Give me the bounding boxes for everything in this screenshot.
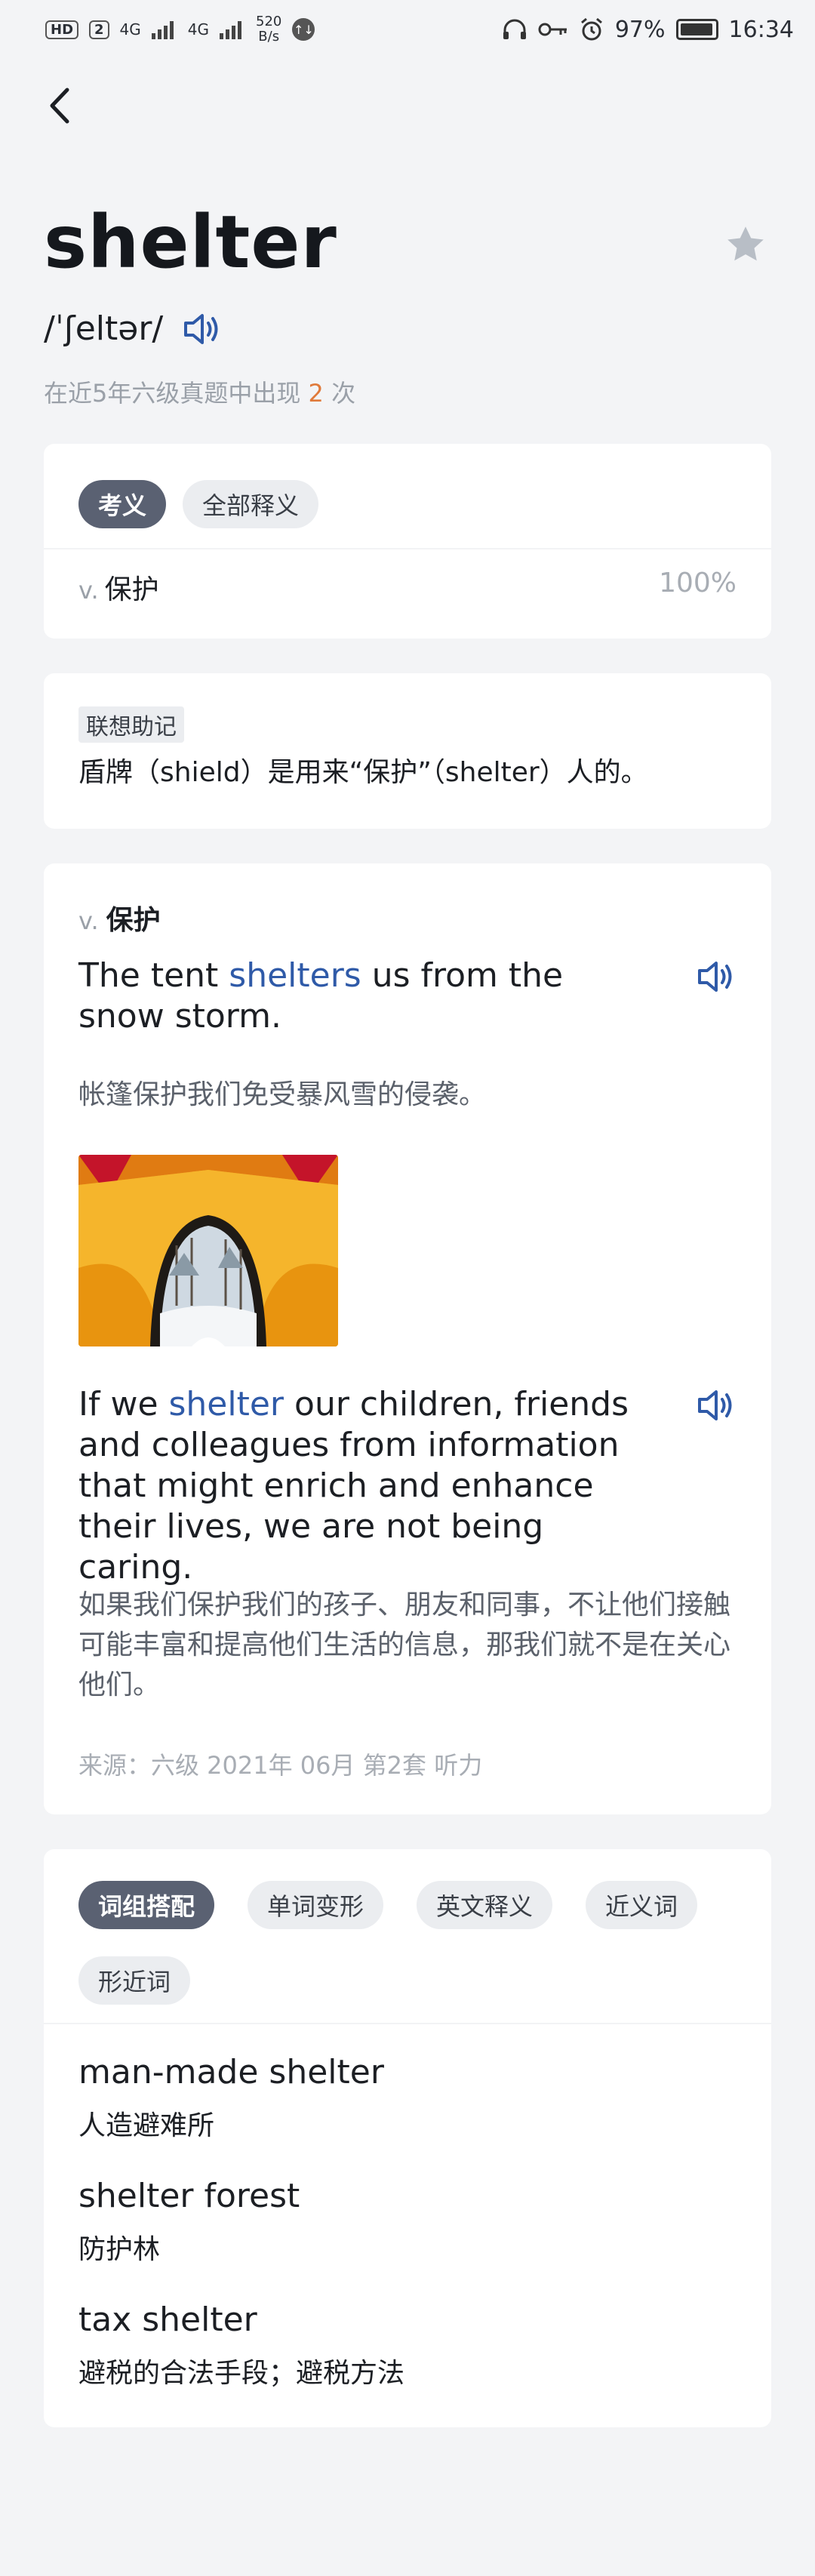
tab-synonyms[interactable]: 近义词	[586, 1881, 698, 1929]
example-source: 来源：六级 2021年 06月 第2套 听力	[78, 1751, 483, 1780]
phonetic: /ˈʃeltər/	[44, 309, 164, 348]
meaning-text: 保护	[106, 905, 161, 936]
highlighted-word[interactable]: shelters	[229, 956, 361, 995]
meaning-text: 保护	[104, 574, 159, 605]
phrase-english: shelter forest	[78, 2177, 300, 2215]
mnemonic-tag: 联想助记	[78, 706, 184, 743]
favorite-button[interactable]	[723, 222, 768, 267]
sentence-part: The tent	[78, 956, 229, 995]
phrase-english: tax shelter	[78, 2301, 257, 2339]
example-translation-2: 如果我们保护我们的孩子、朋友和同事，不让他们接触可能丰富和提高他们生活的信息，那…	[78, 1590, 731, 1700]
frequency-prefix: 在近5年六级真题中出现	[44, 379, 301, 408]
speed-value: 520	[256, 14, 282, 29]
speaker-icon[interactable]	[183, 311, 222, 347]
mnemonic-text: 盾牌（shield）是用来“保护”（shelter）人的。	[78, 757, 648, 788]
tab-word-forms[interactable]: 单词变形	[248, 1881, 384, 1929]
phrase-chinese: 避税的合法手段；避税方法	[78, 2358, 405, 2389]
meaning-tabs: 考义 全部释义	[78, 480, 319, 528]
network-speed: 520 B/s	[256, 14, 281, 45]
example-meaning: v. 保护	[78, 898, 161, 937]
network-label-1: 4G	[119, 20, 141, 38]
tab-all-meanings[interactable]: 全部释义	[183, 480, 319, 528]
speed-unit: B/s	[258, 29, 280, 45]
part-of-speech: v.	[78, 906, 99, 935]
alarm-icon	[580, 17, 602, 41]
battery-percent: 97%	[614, 16, 666, 43]
status-right: 97% 16:34	[502, 17, 794, 43]
example-sentence-1: The tent shelters us from the snow storm…	[78, 956, 652, 1037]
phrase-item: man-made shelter 人造避难所	[78, 2053, 384, 2143]
key-icon	[538, 23, 567, 36]
frequency-suffix: 次	[331, 379, 356, 408]
phrase-chinese: 防护林	[78, 2234, 161, 2265]
frequency-count: 2	[308, 379, 324, 408]
star-icon	[727, 226, 764, 261]
pronunciation-row: /ˈʃeltər/	[44, 309, 222, 348]
meaning-row: v. 保护	[78, 568, 159, 607]
tab-exam-meaning[interactable]: 考义	[78, 480, 167, 528]
headphones-icon	[503, 19, 526, 39]
phrase-chinese: 人造避难所	[78, 2110, 215, 2141]
tab-phrases[interactable]: 词组搭配	[78, 1881, 215, 1929]
example-card: v. 保护 The tent shelters us from the snow …	[44, 863, 771, 1814]
divider	[44, 548, 771, 549]
tab-similar-words[interactable]: 形近词	[78, 1956, 191, 2005]
status-bar: HD 2 4G 4G 520 B/s ↑↓ 97% 16:34	[0, 0, 815, 59]
tab-english-definition[interactable]: 英文释义	[417, 1881, 553, 1929]
signal-icon	[220, 21, 242, 39]
meaning-card: 考义 全部释义 v. 保护 100%	[44, 444, 771, 639]
back-arrow-icon	[50, 88, 69, 124]
clock: 16:34	[728, 16, 794, 43]
speaker-icon[interactable]	[696, 959, 737, 995]
sim-badge: 2	[89, 20, 109, 39]
phrase-item: shelter forest 防护林	[78, 2177, 300, 2267]
network-label-2: 4G	[187, 20, 210, 38]
phrases-card: 词组搭配 单词变形 英文释义 近义词 形近词 man-made shelter …	[44, 1849, 771, 2427]
phrase-english: man-made shelter	[78, 2053, 384, 2091]
signal-icon	[151, 21, 174, 39]
example-translation-1: 帐篷保护我们免受暴风雪的侵袭。	[78, 1079, 487, 1110]
meaning-percent: 100%	[659, 568, 737, 599]
part-of-speech: v.	[78, 576, 99, 605]
word-title: shelter	[44, 200, 337, 285]
back-button[interactable]	[38, 83, 83, 128]
tent-image	[78, 1155, 338, 1346]
speaker-icon[interactable]	[696, 1387, 737, 1423]
hd-badge: HD	[45, 20, 79, 39]
sentence-part: If we	[78, 1385, 169, 1423]
mnemonic-card: 联想助记 盾牌（shield）是用来“保护”（shelter）人的。	[44, 673, 771, 829]
notification-icon: ↑↓	[292, 18, 315, 41]
highlighted-word[interactable]: shelter	[169, 1385, 284, 1423]
exam-frequency: 在近5年六级真题中出现 2 次	[44, 374, 355, 409]
phrase-tabs: 词组搭配 单词变形 英文释义 近义词 形近词	[78, 1881, 743, 2005]
phrase-item: tax shelter 避税的合法手段；避税方法	[78, 2301, 404, 2390]
example-sentence-2: If we shelter our children, friends and …	[78, 1384, 652, 1588]
divider	[44, 2023, 771, 2024]
battery-icon	[675, 19, 718, 40]
status-left: HD 2 4G 4G 520 B/s ↑↓	[45, 14, 315, 45]
